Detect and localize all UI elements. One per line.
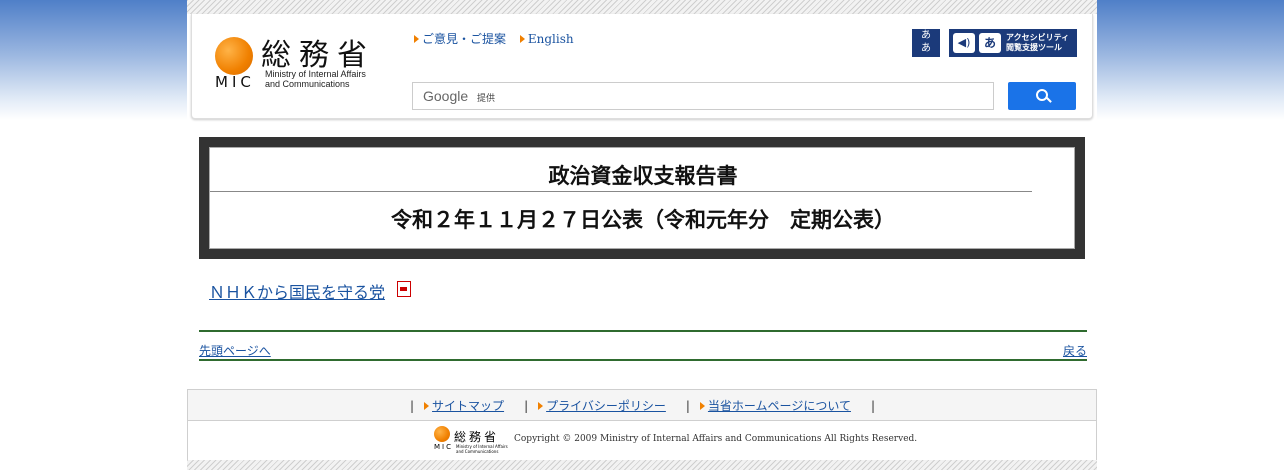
english-link[interactable]: English <box>519 32 574 46</box>
logo-kanji: 総務省 <box>261 38 375 73</box>
top-stripe <box>187 0 1097 14</box>
logo-subtitle: Ministry of Internal Affairs and Communi… <box>265 69 366 89</box>
accessibility-tool-button[interactable]: ◀) あ アクセシビリティ 閲覧支援ツール <box>949 29 1077 57</box>
arrow-icon <box>424 402 430 410</box>
bottom-stripe <box>187 460 1097 470</box>
logo-abbr: MIC <box>215 73 255 91</box>
copyright-text: Copyright © 2009 Ministry of Internal Af… <box>514 434 918 444</box>
separator: | <box>870 399 876 413</box>
footer-nav: | サイトマップ | プライバシーポリシー | 当省ホームページについて | <box>187 389 1097 421</box>
search-brand: Google <box>423 88 469 104</box>
arrow-icon <box>519 35 525 43</box>
separator: | <box>685 399 690 413</box>
top-links: ご意見・ご提案 English <box>414 30 584 47</box>
page-subtitle: 令和２年１１月２７日公表（令和元年分 定期公表） <box>391 208 895 232</box>
about-site-link[interactable]: 当省ホームページについて <box>708 399 851 413</box>
footer-logo-abbr: MIC <box>434 443 453 451</box>
search-input[interactable]: Google 提供 <box>412 82 994 110</box>
page-container: 総務省 MIC Ministry of Internal Affairs and… <box>187 0 1097 470</box>
divider-top <box>199 330 1087 332</box>
search-button[interactable] <box>1008 82 1076 110</box>
footer-copyright-area: 総務省 MIC Ministry of Internal Affairs and… <box>187 420 1097 460</box>
title-frame: 政治資金収支報告書 令和２年１１月２７日公表（令和元年分 定期公表） <box>199 137 1085 259</box>
pdf-icon <box>397 281 411 297</box>
arrow-icon <box>414 35 419 43</box>
page-title: 政治資金収支報告書 <box>548 164 738 188</box>
footer-logo-subtitle: Ministry of Internal Affairs and Communi… <box>456 444 508 454</box>
party-report-link[interactable]: ＮＨＫから国民を守る党 <box>209 279 385 303</box>
site-header: 総務省 MIC Ministry of Internal Affairs and… <box>191 14 1093 119</box>
arrow-icon <box>699 402 705 410</box>
search-icon-handle <box>1046 97 1052 103</box>
back-link[interactable]: 戻る <box>1063 342 1087 359</box>
feedback-link[interactable]: ご意見・ご提案 <box>414 32 506 46</box>
to-top-link[interactable]: 先頭ページへ <box>199 342 271 359</box>
arrow-icon <box>538 402 544 410</box>
divider-bottom <box>199 359 1087 361</box>
separator: | <box>410 399 415 413</box>
logo-sun-icon <box>215 37 253 75</box>
accessibility-tool-label: アクセシビリティ 閲覧支援ツール <box>1006 33 1070 52</box>
hiragana-a-icon: あ <box>979 33 1001 53</box>
title-divider <box>210 191 1032 192</box>
sitemap-link[interactable]: サイトマップ <box>432 399 504 413</box>
title-box: 政治資金収支報告書 令和２年１１月２７日公表（令和元年分 定期公表） <box>209 147 1075 249</box>
text-size-button[interactable]: ああ <box>912 29 940 57</box>
separator: | <box>524 399 529 413</box>
footer-logo-kanji: 総務省 <box>454 430 500 444</box>
search-provided-label: 提供 <box>477 94 496 104</box>
footer-logo-sun-icon <box>434 426 450 442</box>
privacy-policy-link[interactable]: プライバシーポリシー <box>546 399 666 413</box>
speaker-icon: ◀) <box>953 33 975 53</box>
